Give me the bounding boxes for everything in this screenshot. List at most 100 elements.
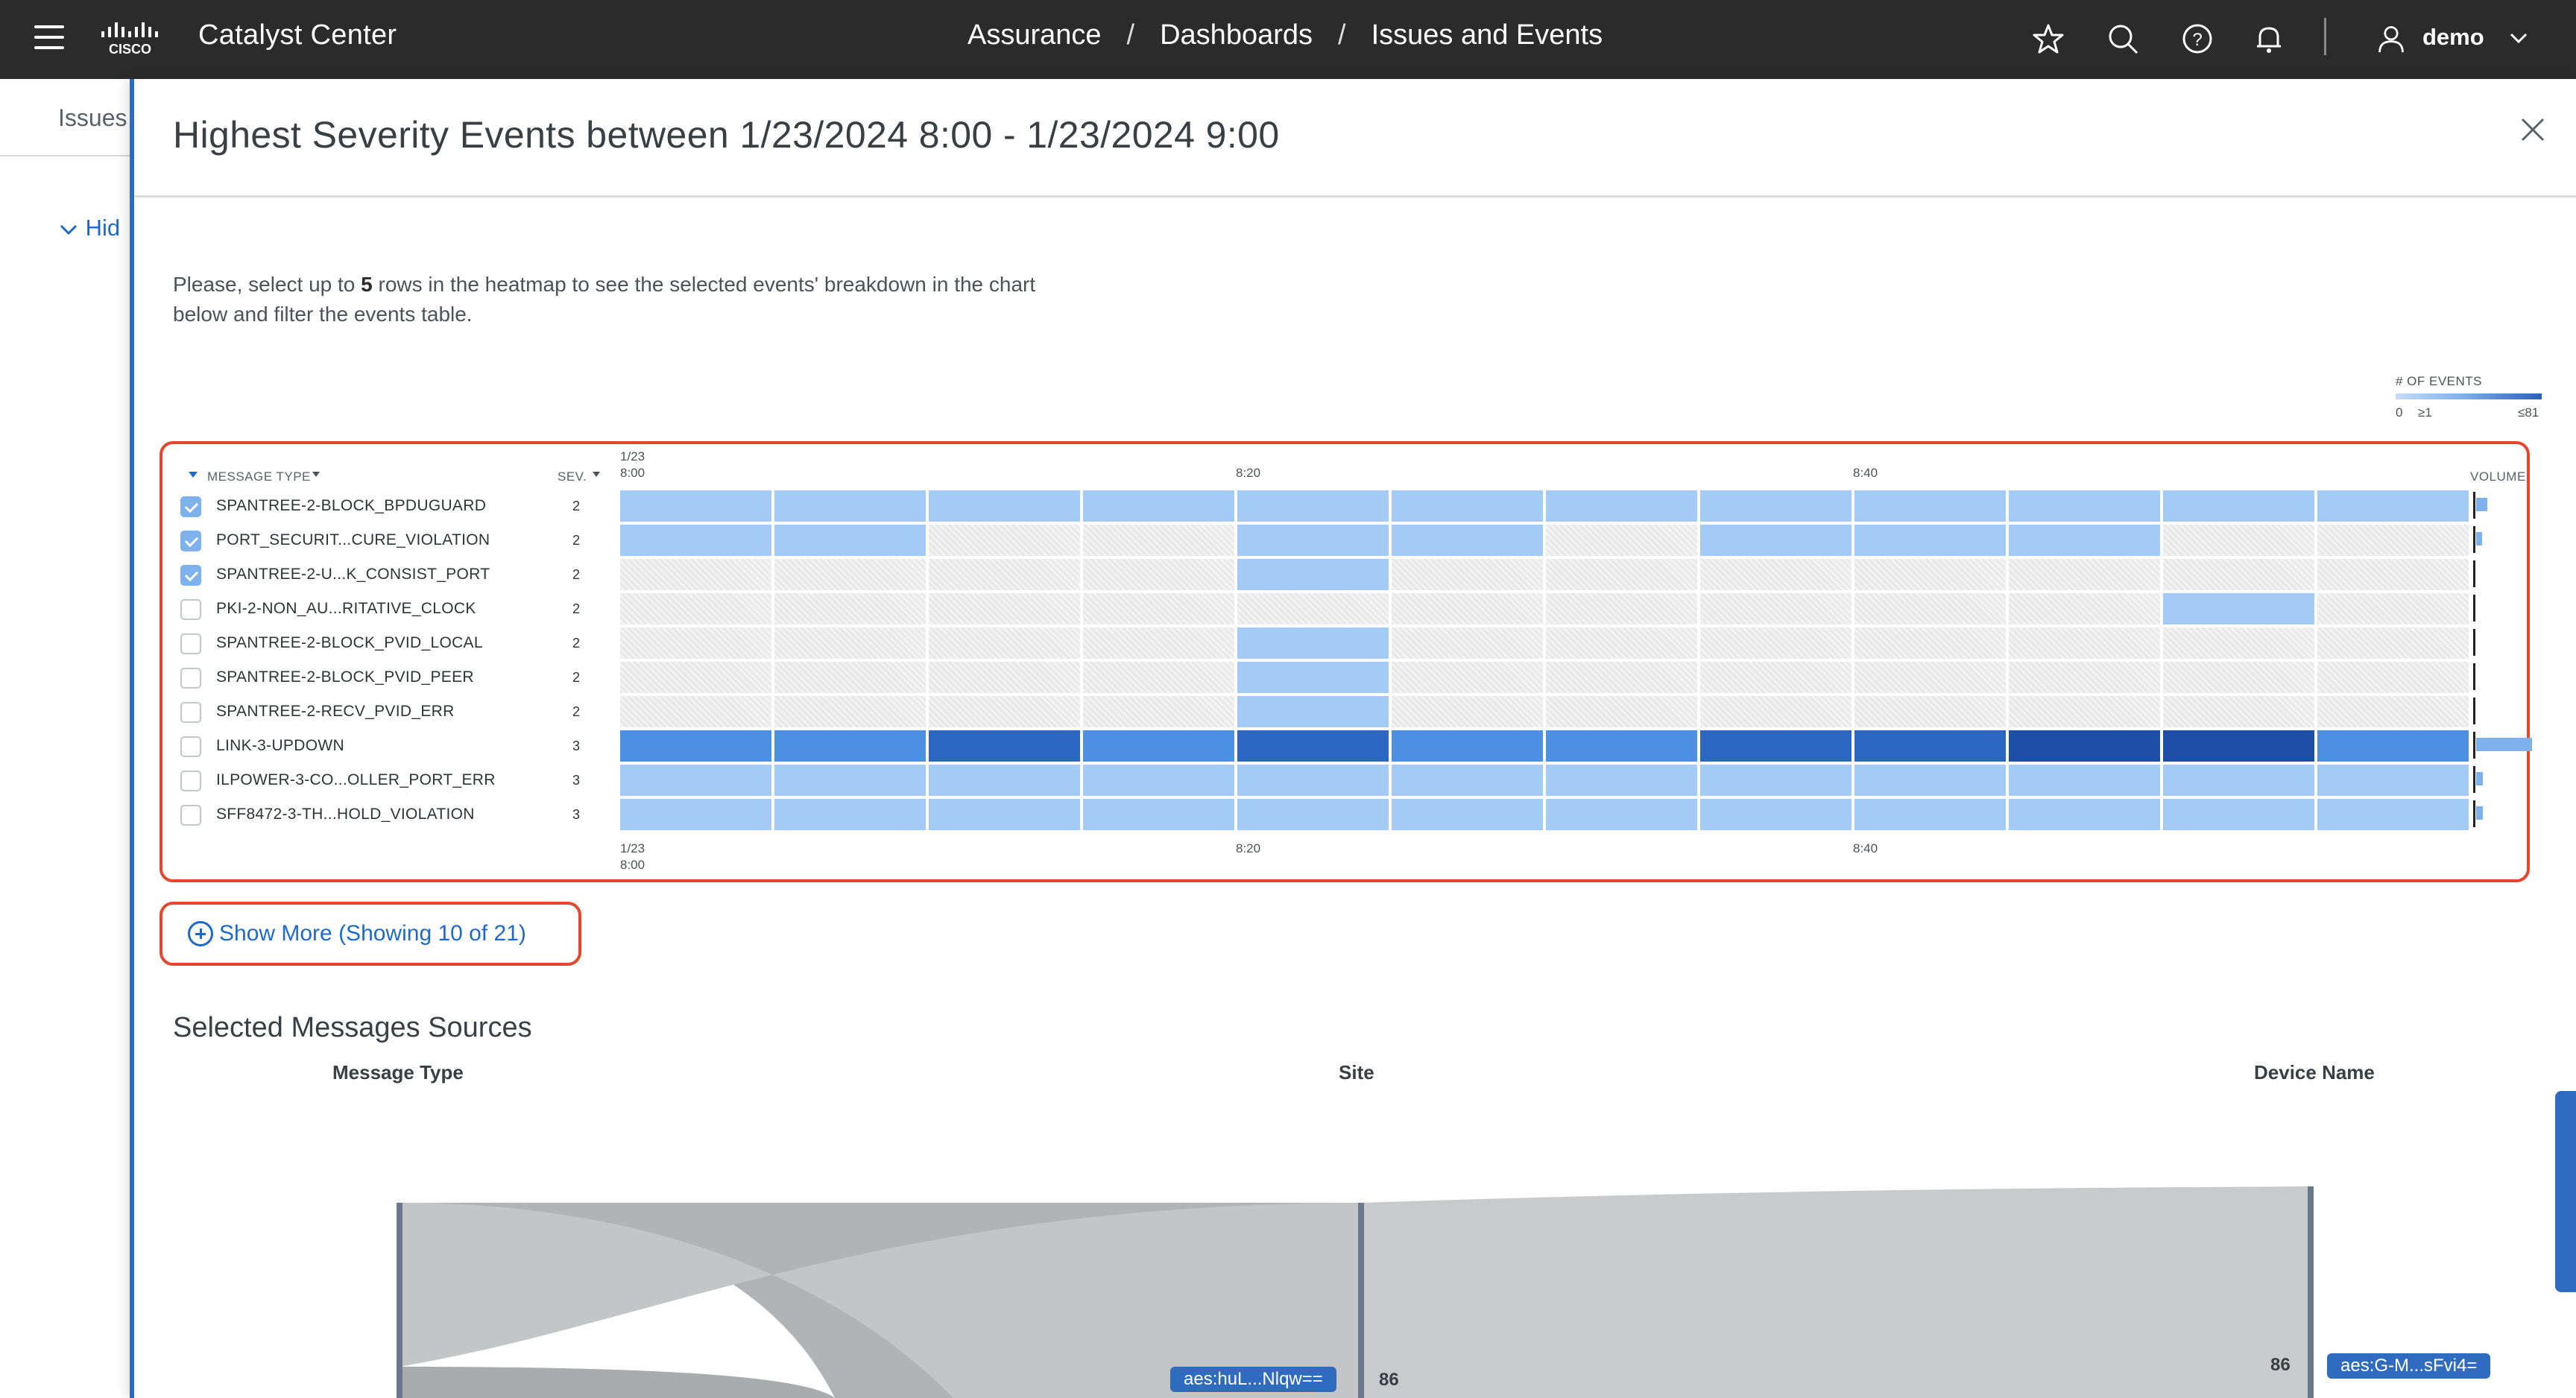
heatmap-cell[interactable] bbox=[2163, 525, 2316, 556]
heatmap-cell[interactable] bbox=[2317, 627, 2470, 659]
heatmap-cell[interactable] bbox=[1392, 559, 1544, 590]
heatmap-cell[interactable] bbox=[1392, 696, 1544, 727]
heatmap-cell[interactable] bbox=[1854, 799, 2007, 830]
heatmap-cell[interactable] bbox=[929, 525, 1082, 556]
user-name[interactable]: demo bbox=[2422, 24, 2484, 51]
row-checkbox[interactable] bbox=[180, 496, 201, 517]
heatmap-cell[interactable] bbox=[1854, 765, 2007, 796]
heatmap-cell[interactable] bbox=[1700, 593, 1853, 624]
heatmap-cell[interactable] bbox=[1700, 662, 1853, 693]
row-checkbox[interactable] bbox=[180, 633, 201, 654]
heatmap-cell[interactable] bbox=[774, 627, 927, 659]
heatmap-cell[interactable] bbox=[1237, 593, 1390, 624]
heatmap-cell[interactable] bbox=[774, 525, 927, 556]
breadcrumb-assurance[interactable]: Assurance bbox=[967, 19, 1102, 51]
sort-desc-icon[interactable] bbox=[188, 471, 198, 478]
heatmap-cell[interactable] bbox=[1854, 696, 2007, 727]
heatmap-cell[interactable] bbox=[774, 490, 927, 522]
heatmap-cell[interactable] bbox=[2009, 593, 2162, 624]
heatmap-cell[interactable] bbox=[1546, 490, 1699, 522]
heatmap-cell[interactable] bbox=[1083, 662, 1236, 693]
heatmap-row[interactable]: SFF8472-3-TH...HOLD_VIOLATION 3 bbox=[162, 797, 2533, 832]
heatmap-cell[interactable] bbox=[1546, 559, 1699, 590]
heatmap-cell[interactable] bbox=[620, 593, 773, 624]
heatmap-cell[interactable] bbox=[2163, 765, 2316, 796]
heatmap-cell[interactable] bbox=[1083, 627, 1236, 659]
heatmap-cell[interactable] bbox=[1700, 490, 1853, 522]
row-checkbox[interactable] bbox=[180, 565, 201, 586]
scrollbar[interactable] bbox=[2555, 1091, 2576, 1292]
heatmap-cell[interactable] bbox=[929, 627, 1082, 659]
user-icon[interactable] bbox=[2376, 22, 2406, 55]
heatmap-cell[interactable] bbox=[2317, 525, 2470, 556]
close-icon[interactable] bbox=[2518, 115, 2548, 145]
tab-issues[interactable]: Issues bbox=[58, 104, 127, 132]
heatmap-cell[interactable] bbox=[1546, 765, 1699, 796]
heatmap-cell[interactable] bbox=[2009, 627, 2162, 659]
heatmap-cell[interactable] bbox=[929, 696, 1082, 727]
heatmap-cell[interactable] bbox=[1392, 525, 1544, 556]
heatmap-cell[interactable] bbox=[2163, 662, 2316, 693]
menu-icon[interactable] bbox=[34, 25, 64, 51]
heatmap-cell[interactable] bbox=[1083, 593, 1236, 624]
heatmap-cell[interactable] bbox=[2009, 525, 2162, 556]
heatmap-cell[interactable] bbox=[620, 627, 773, 659]
heatmap-cell[interactable] bbox=[1392, 490, 1544, 522]
sankey-flow-site-device[interactable] bbox=[1361, 1186, 2311, 1398]
heatmap-cell[interactable] bbox=[929, 490, 1082, 522]
heatmap-cell[interactable] bbox=[620, 490, 773, 522]
hide-toggle[interactable]: Hid bbox=[58, 215, 120, 241]
heatmap-cell[interactable] bbox=[620, 799, 773, 830]
heatmap-cell[interactable] bbox=[1854, 525, 2007, 556]
heatmap-cell[interactable] bbox=[1546, 627, 1699, 659]
heatmap-cell[interactable] bbox=[929, 730, 1082, 762]
heatmap-cell[interactable] bbox=[774, 696, 927, 727]
heatmap-cell[interactable] bbox=[1392, 730, 1544, 762]
heatmap-cell[interactable] bbox=[1083, 490, 1236, 522]
heatmap-cell[interactable] bbox=[1237, 627, 1390, 659]
sankey-node-site[interactable] bbox=[1358, 1203, 1364, 1398]
heatmap-cell[interactable] bbox=[1854, 730, 2007, 762]
heatmap-cell[interactable] bbox=[929, 799, 1082, 830]
heatmap-cell[interactable] bbox=[929, 662, 1082, 693]
heatmap-cell[interactable] bbox=[929, 765, 1082, 796]
heatmap-cell[interactable] bbox=[1237, 559, 1390, 590]
star-icon[interactable] bbox=[2032, 22, 2065, 55]
heatmap-cell[interactable] bbox=[1700, 730, 1853, 762]
heatmap-cell[interactable] bbox=[1854, 662, 2007, 693]
heatmap-cell[interactable] bbox=[2317, 765, 2470, 796]
heatmap-cell[interactable] bbox=[620, 696, 773, 727]
heatmap-cell[interactable] bbox=[1546, 593, 1699, 624]
row-checkbox[interactable] bbox=[180, 599, 201, 620]
heatmap-cell[interactable] bbox=[1083, 559, 1236, 590]
heatmap-row[interactable]: SPANTREE-2-BLOCK_PVID_LOCAL 2 bbox=[162, 626, 2533, 660]
heatmap-cell[interactable] bbox=[1083, 696, 1236, 727]
heatmap-cell[interactable] bbox=[1237, 525, 1390, 556]
heatmap-cell[interactable] bbox=[1237, 696, 1390, 727]
heatmap-cell[interactable] bbox=[620, 525, 773, 556]
heatmap-cell[interactable] bbox=[929, 559, 1082, 590]
heatmap-row[interactable]: PORT_SECURIT...CURE_VIOLATION 2 bbox=[162, 523, 2533, 557]
heatmap-cell[interactable] bbox=[1546, 799, 1699, 830]
heatmap-cell[interactable] bbox=[2009, 696, 2162, 727]
heatmap-row[interactable]: SPANTREE-2-BLOCK_PVID_PEER 2 bbox=[162, 660, 2533, 695]
heatmap-cell[interactable] bbox=[2163, 559, 2316, 590]
heatmap-cell[interactable] bbox=[774, 593, 927, 624]
heatmap-cell[interactable] bbox=[1700, 627, 1853, 659]
help-icon[interactable]: ? bbox=[2181, 22, 2214, 55]
sankey-node-device[interactable] bbox=[2308, 1186, 2314, 1398]
heatmap-row[interactable]: LINK-3-UPDOWN 3 bbox=[162, 729, 2533, 763]
device-chip[interactable]: aes:G-M...sFvi4= bbox=[2327, 1353, 2491, 1379]
heatmap-cell[interactable] bbox=[2317, 559, 2470, 590]
heatmap-cell[interactable] bbox=[1237, 730, 1390, 762]
row-checkbox[interactable] bbox=[180, 668, 201, 689]
heatmap-cell[interactable] bbox=[2009, 559, 2162, 590]
breadcrumb-dashboards[interactable]: Dashboards bbox=[1160, 19, 1313, 51]
heatmap-cell[interactable] bbox=[2009, 662, 2162, 693]
heatmap-cell[interactable] bbox=[1546, 662, 1699, 693]
heatmap-cell[interactable] bbox=[1392, 627, 1544, 659]
heatmap-cell[interactable] bbox=[1854, 627, 2007, 659]
sort-icon[interactable] bbox=[312, 471, 321, 478]
heatmap-cell[interactable] bbox=[2163, 730, 2316, 762]
show-more-button[interactable]: Show More (Showing 10 of 21) bbox=[160, 902, 581, 966]
